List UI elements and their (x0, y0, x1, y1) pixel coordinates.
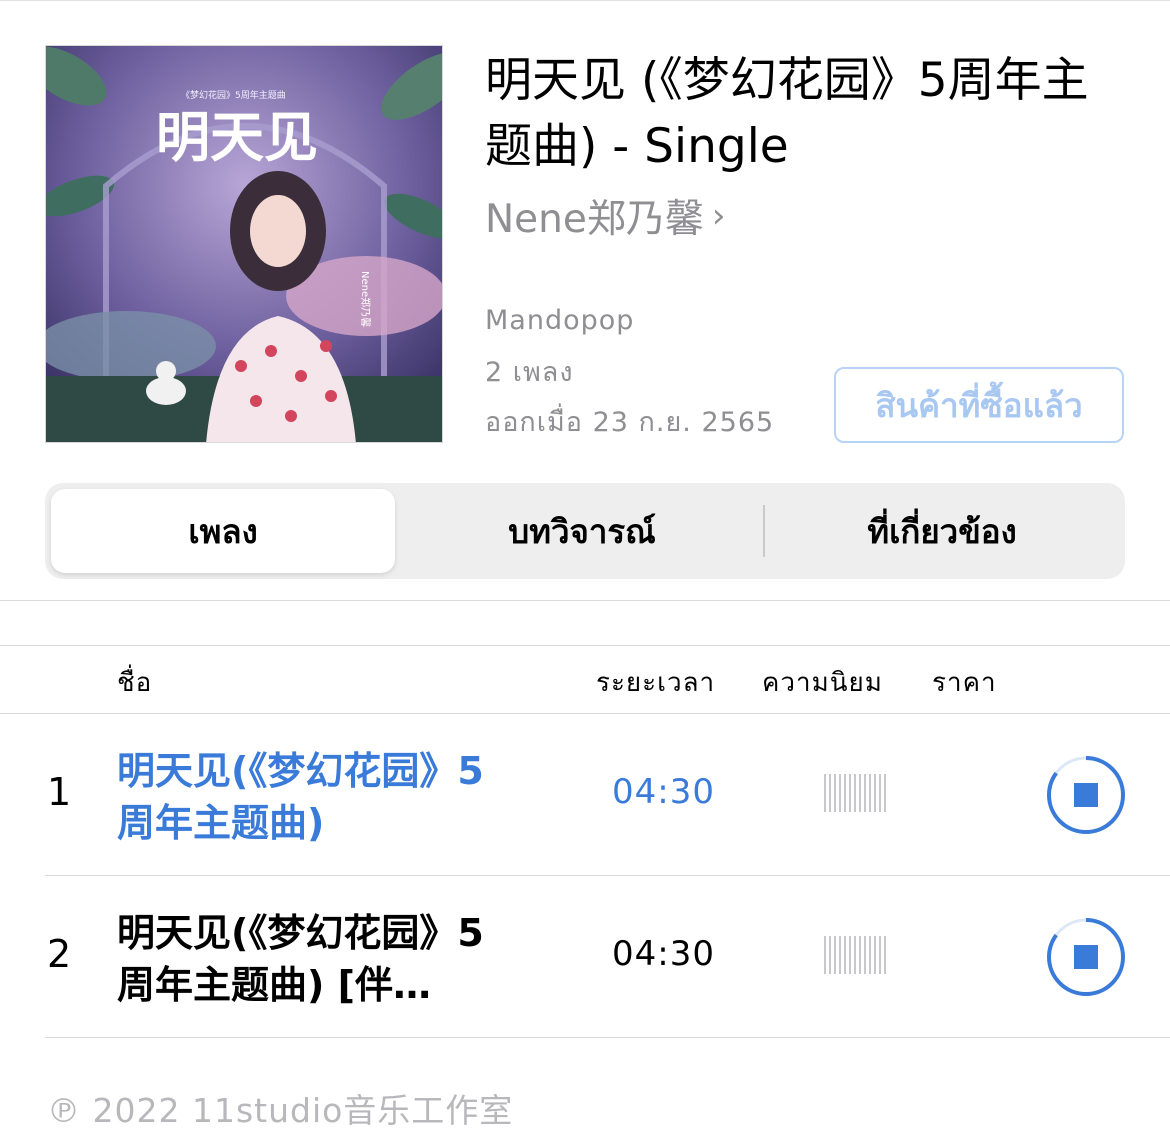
popularity-bars (824, 936, 888, 974)
track-duration: 04:30 (612, 772, 715, 812)
track-number: 1 (47, 770, 72, 814)
stop-button[interactable] (1046, 755, 1126, 835)
tab-reviews[interactable]: บทวิจารณ์ (401, 489, 763, 573)
header-separator (0, 713, 1170, 714)
table-top-separator (0, 645, 1170, 646)
segmented-control: เพลง บทวิจารณ์ ที่เกี่ยวข้อง (45, 483, 1125, 579)
album-title: 明天见 (《梦幻花园》5周年主题曲) - Single (485, 53, 1089, 174)
track-duration: 04:30 (612, 934, 715, 974)
track-title[interactable]: 明天见(《梦幻花园》5周年主题曲) (117, 745, 517, 849)
column-header-popularity[interactable]: ความนิยม (762, 662, 883, 703)
track-title[interactable]: 明天见(《梦幻花园》5周年主题曲) [伴… (117, 907, 517, 1011)
artwork-caption-text: 《梦幻花园》5周年主题曲 (181, 89, 286, 101)
album-song-count: 2 เพลง (485, 357, 574, 388)
section-separator (0, 600, 1170, 601)
stop-icon (1074, 783, 1098, 807)
artist-link[interactable]: Nene郑乃馨 › (485, 188, 726, 244)
column-header-price[interactable]: ราคา (932, 662, 997, 703)
album-artwork: 明天见 《梦幻花园》5周年主题曲 Nene郑乃馨 (45, 45, 443, 443)
track-number: 2 (47, 932, 72, 976)
top-separator (0, 0, 1170, 1)
tab-songs[interactable]: เพลง (51, 489, 395, 573)
chevron-right-icon: › (711, 196, 726, 236)
stop-icon (1074, 945, 1098, 969)
popularity-bars (824, 774, 888, 812)
row-separator (45, 875, 1170, 876)
artwork-title-text: 明天见 (156, 105, 318, 169)
column-header-duration[interactable]: ระยะเวลา (596, 662, 715, 703)
column-header-name[interactable]: ชื่อ (117, 662, 152, 703)
tab-related[interactable]: ที่เกี่ยวข้อง (765, 489, 1119, 573)
album-release-date: ออกเมื่อ 23 ก.ย. 2565 (485, 407, 775, 438)
stop-button[interactable] (1046, 917, 1126, 997)
copyright-text: ℗ 2022 11studio音乐工作室 (47, 1091, 514, 1130)
row-separator (45, 1037, 1170, 1038)
artist-name: Nene郑乃馨 (485, 197, 704, 242)
album-artwork-illustration: 明天见 《梦幻花园》5周年主题曲 Nene郑乃馨 (46, 46, 442, 442)
artwork-artist-text: Nene郑乃馨 (359, 271, 372, 327)
album-genre: Mandopop (485, 305, 635, 336)
purchased-button[interactable]: สินค้าที่ซื้อแล้ว (834, 367, 1124, 443)
